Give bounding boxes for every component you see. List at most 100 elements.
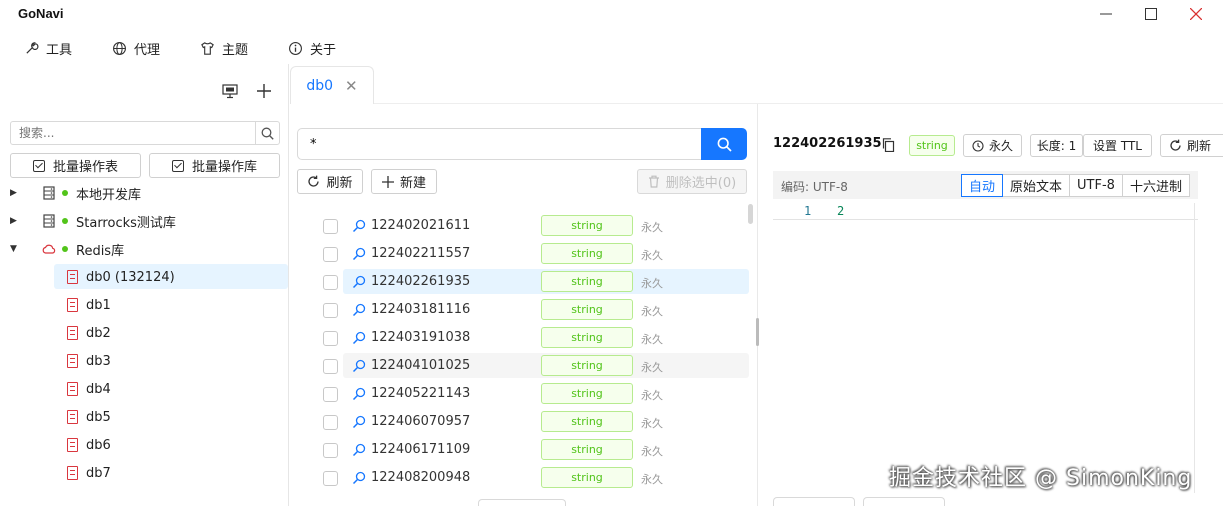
tree-db-db0[interactable]: db0 (132124) — [0, 263, 289, 291]
caret-right-icon[interactable]: ▶ — [10, 216, 17, 226]
tree-db-db1[interactable]: db1 — [0, 291, 289, 319]
key-list: 122402021611 string 永久 122402211557 string 永久… — [290, 212, 755, 492]
tree-db-db7[interactable]: db7 — [0, 459, 289, 487]
menu-proxy[interactable]: 代理 — [88, 34, 176, 62]
plus-icon — [381, 175, 394, 188]
splitter-handle[interactable] — [756, 318, 759, 346]
minimize-button[interactable] — [1093, 4, 1119, 24]
batch-actions: 批量操作表 批量操作库 — [10, 153, 280, 178]
key-checkbox[interactable] — [323, 359, 338, 374]
detail-refresh-button[interactable]: 刷新 — [1160, 134, 1223, 157]
key-search-icon — [352, 303, 366, 317]
maximize-button[interactable] — [1138, 4, 1164, 24]
key-row[interactable]: 122406171109 string 永久 — [290, 436, 755, 464]
key-name: 122402211557 — [371, 246, 471, 261]
key-row[interactable]: 122402211557 string 永久 — [290, 240, 755, 268]
sidebar-search-button[interactable] — [255, 122, 279, 144]
key-row[interactable]: 122402261935 string 永久 — [290, 268, 755, 296]
key-checkbox[interactable] — [323, 275, 338, 290]
key-row[interactable]: 122408200948 string 永久 — [290, 464, 755, 492]
key-name: 122402021611 — [371, 218, 471, 233]
menu-tools-label: 工具 — [46, 42, 73, 58]
ttl-button[interactable]: 永久 — [963, 134, 1022, 157]
status-dot — [62, 190, 68, 196]
key-checkbox[interactable] — [323, 387, 338, 402]
key-row[interactable]: 122406070957 string 永久 — [290, 408, 755, 436]
key-type-tag: string — [541, 439, 633, 460]
batch-table-button[interactable]: 批量操作表 — [10, 153, 141, 178]
menu-theme[interactable]: 主题 — [176, 34, 264, 62]
checkbox-icon — [171, 159, 184, 172]
tab-db0[interactable]: db0 ✕ — [290, 66, 374, 104]
tab-divider — [374, 103, 1223, 104]
batch-db-button[interactable]: 批量操作库 — [149, 153, 280, 178]
value-editor-line[interactable]: 1 2 — [773, 200, 1198, 220]
view-mode-raw[interactable]: 原始文本 — [1002, 174, 1071, 197]
key-search-icon — [352, 471, 366, 485]
key-search-icon — [352, 219, 366, 233]
search-icon — [717, 137, 732, 152]
caret-right-icon[interactable]: ▶ — [10, 188, 17, 198]
title-bar: GoNavi — [0, 0, 1223, 30]
batch-table-label: 批量操作表 — [52, 160, 118, 175]
reload-icon — [308, 175, 320, 187]
info-icon — [289, 41, 303, 55]
key-search-button[interactable] — [701, 128, 747, 160]
view-mode-auto[interactable]: 自动 — [961, 174, 1004, 197]
cloud-icon — [42, 244, 56, 254]
sidebar-search-input[interactable] — [11, 122, 255, 144]
format-value-button[interactable] — [863, 497, 945, 506]
tree-connection-redis[interactable]: ▼ Redis库 — [0, 235, 289, 263]
db-label: db2 — [86, 325, 111, 341]
key-checkbox[interactable] — [323, 415, 338, 430]
key-row[interactable]: 122405221143 string 永久 — [290, 380, 755, 408]
close-tab-icon[interactable]: ✕ — [345, 77, 358, 95]
editor-scrollbar[interactable] — [1194, 203, 1195, 493]
monitor-button[interactable] — [221, 82, 239, 100]
tree-db-db5[interactable]: db5 — [0, 403, 289, 431]
key-checkbox[interactable] — [323, 443, 338, 458]
key-checkbox[interactable] — [323, 471, 338, 486]
key-list-scrollbar[interactable] — [748, 204, 753, 224]
set-ttl-button[interactable]: 设置 TTL — [1083, 134, 1152, 157]
key-row[interactable]: 122404101025 string 永久 — [290, 352, 755, 380]
tree-connection-starrocks[interactable]: ▶ Starrocks测试库 — [0, 207, 289, 235]
key-checkbox[interactable] — [323, 303, 338, 318]
menu-about[interactable]: 关于 — [264, 34, 352, 62]
keys-refresh-button[interactable]: 刷新 — [297, 169, 363, 194]
key-name: 122405221143 — [371, 386, 471, 401]
database-icon — [67, 466, 78, 480]
tree-db-db2[interactable]: db2 — [0, 319, 289, 347]
view-mode-hex[interactable]: 十六进制 — [1121, 174, 1190, 197]
menu-about-label: 关于 — [310, 42, 337, 58]
encoding-bar: 编码: UTF-8 自动 原始文本 UTF-8 十六进制 — [773, 171, 1198, 199]
copy-icon[interactable] — [882, 138, 895, 152]
globe-icon — [113, 41, 126, 55]
key-checkbox[interactable] — [323, 247, 338, 262]
search-icon — [261, 127, 274, 140]
key-ttl: 永久 — [641, 305, 663, 318]
load-more-button[interactable] — [478, 499, 566, 506]
tree-connection-local[interactable]: ▶ 本地开发库 — [0, 179, 289, 207]
menu-theme-label: 主题 — [222, 42, 249, 58]
tree-db-db6[interactable]: db6 — [0, 431, 289, 459]
tree-db-db3[interactable]: db3 — [0, 347, 289, 375]
key-checkbox[interactable] — [323, 219, 338, 234]
menu-tools[interactable]: 工具 — [0, 34, 88, 62]
caret-down-icon[interactable]: ▼ — [10, 244, 17, 254]
key-type-tag: string — [541, 383, 633, 404]
key-row[interactable]: 122403191038 string 永久 — [290, 324, 755, 352]
close-button[interactable] — [1183, 4, 1209, 24]
checkbox-icon — [32, 159, 45, 172]
key-checkbox[interactable] — [323, 331, 338, 346]
new-key-button[interactable]: 新建 — [371, 169, 437, 194]
add-connection-button[interactable] — [255, 82, 273, 100]
tree-db-db4[interactable]: db4 — [0, 375, 289, 403]
key-row[interactable]: 122402021611 string 永久 — [290, 212, 755, 240]
key-row[interactable]: 122403181116 string 永久 — [290, 296, 755, 324]
delete-selected-button[interactable]: 删除选中(0) — [637, 169, 747, 194]
view-mode-utf8[interactable]: UTF-8 — [1069, 174, 1123, 197]
key-pattern-input[interactable] — [297, 128, 701, 160]
sidebar: 批量操作表 批量操作库 ▶ 本地开发库 ▶ Starrocks测试库 ▼ Red… — [0, 64, 289, 506]
save-value-button[interactable] — [773, 497, 855, 506]
